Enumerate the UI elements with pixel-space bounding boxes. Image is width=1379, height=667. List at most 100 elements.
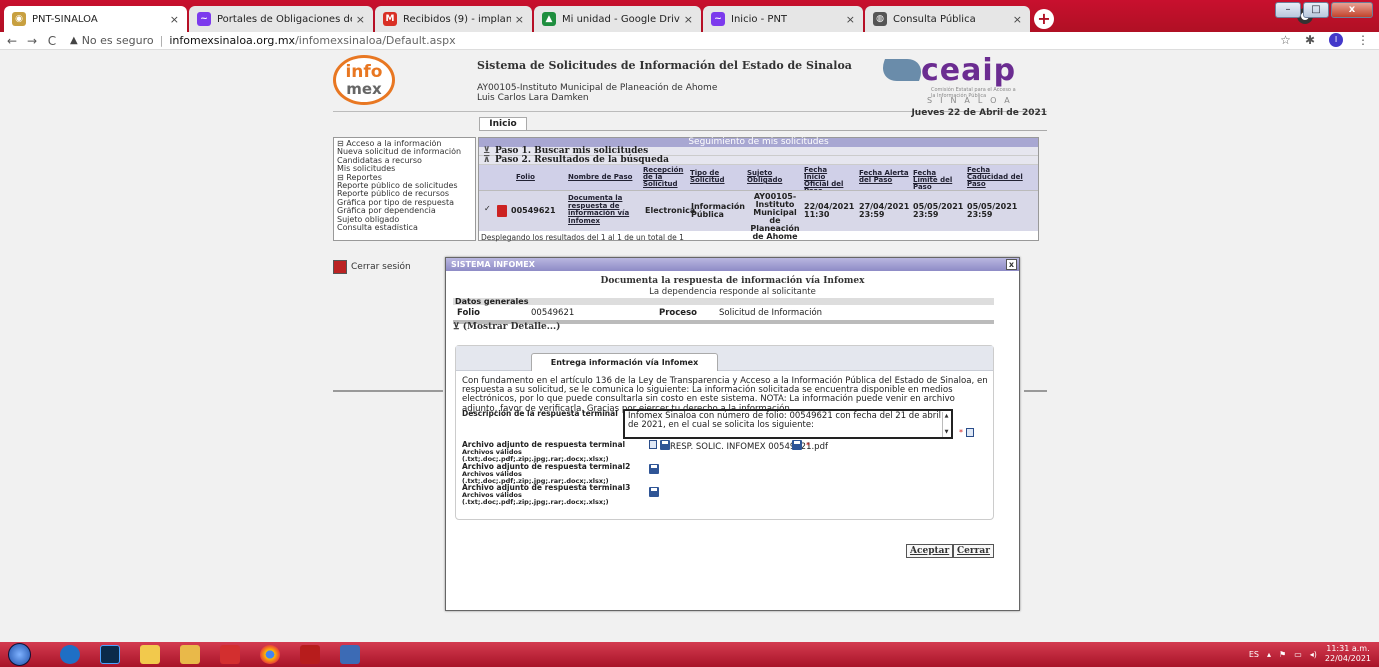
menu-item-reporte-recursos[interactable]: Reporte público de recursos [337, 190, 472, 198]
tab-close-icon[interactable]: × [170, 13, 179, 26]
clock[interactable]: 11:31 a.m. 22/04/2021 [1325, 644, 1371, 664]
star-icon[interactable]: ☆ [1280, 33, 1291, 47]
close-button[interactable]: Cerrar [953, 544, 994, 558]
menu-item-nueva-solicitud[interactable]: Nueva solicitud de información [337, 148, 472, 156]
row-inicio: 22/04/2021 11:30 [804, 202, 855, 219]
tab-gmail[interactable]: M Recibidos (9) - implanahome.info × [375, 6, 532, 32]
adjunto-3-label: Archivo adjunto de respuesta terminal3 A… [462, 484, 630, 506]
row-paso-link[interactable]: Documenta la respuesta de información ví… [568, 194, 632, 225]
drive-icon: ▲ [542, 12, 556, 26]
reload-icon[interactable]: C [44, 34, 60, 48]
pnt-favicon: ~ [197, 12, 211, 26]
menu-item-candidatas[interactable]: Candidatas a recurso [337, 157, 472, 165]
step-2-header[interactable]: ⊼ Paso 2. Resultados de la búsqueda [479, 156, 1038, 165]
col-nombre-paso[interactable]: Nombre de Paso [568, 174, 632, 181]
row-limite: 05/05/2021 23:59 [913, 202, 964, 219]
url-path: /infomexsinaloa/Default.aspx [295, 34, 456, 47]
tab-inicio-pnt[interactable]: ~ Inicio - PNT × [703, 6, 863, 32]
view-file-icon[interactable] [649, 440, 657, 449]
descripcion-label: Descripción de la respuesta terminal [462, 409, 618, 418]
tab-title: Recibidos (9) - implanahome.info [403, 13, 511, 25]
row-folio: 00549621 [511, 206, 556, 215]
check-icon: ✓ [484, 204, 491, 213]
chrome-icon[interactable] [260, 645, 280, 664]
start-button[interactable] [8, 643, 31, 666]
proceso-value: Solicitud de Información [719, 308, 823, 318]
tab-pnt-sinaloa[interactable]: ◉ PNT-SINALOA × [4, 6, 187, 32]
tab-divider [479, 130, 1047, 131]
upload-icon[interactable] [649, 487, 659, 497]
attached-file-link[interactable]: RESP. SOLIC. INFOMEX 00549621.pdf [670, 442, 828, 452]
col-folio[interactable]: Folio [516, 174, 535, 181]
menu-icon[interactable]: ⋮ [1357, 33, 1369, 47]
minimize-button[interactable]: – [1275, 2, 1301, 18]
tab-portales[interactable]: ~ Portales de Obligaciones de Tran × [189, 6, 373, 32]
accept-button[interactable]: Aceptar [906, 544, 954, 558]
tab-close-icon[interactable]: × [515, 13, 524, 26]
flag-icon[interactable]: ⚑ [1279, 650, 1286, 659]
close-window-button[interactable]: x [1331, 2, 1373, 18]
url-field[interactable]: ▲ No es seguro | infomexsinaloa.org.mx /… [70, 34, 456, 47]
maximize-button[interactable]: □ [1303, 2, 1329, 18]
language-indicator[interactable]: ES [1249, 650, 1259, 659]
ie-icon[interactable] [60, 645, 80, 664]
word-icon[interactable] [340, 645, 360, 664]
tab-close-icon[interactable]: × [1013, 13, 1022, 26]
save-icon[interactable] [660, 440, 670, 450]
logout-link[interactable]: Cerrar sesión [333, 260, 411, 274]
tab-entrega-informacion[interactable]: Entrega información vía Infomex [531, 353, 718, 371]
descripcion-textarea[interactable]: Infomex Sinaloa con número de folio: 005… [623, 409, 953, 439]
menu-item-reporte-solicitudes[interactable]: Reporte público de solicitudes [337, 182, 472, 190]
tab-close-icon[interactable]: × [846, 13, 855, 26]
col-fecha-limite[interactable]: Fecha Límite del Paso [913, 170, 961, 191]
menu-item-mis-solicitudes[interactable]: Mis solicitudes [337, 165, 472, 173]
col-fecha-alerta[interactable]: Fecha Alerta del Paso [859, 170, 909, 184]
tab-inicio[interactable]: Inicio [479, 117, 527, 131]
infomex-logo: info mex [333, 55, 395, 105]
tab-consulta-publica[interactable]: ◍ Consulta Pública × [865, 6, 1030, 32]
menu-section-acceso[interactable]: ⊟ Acceso a la información [337, 140, 472, 148]
menu-item-grafica-tipo[interactable]: Gráfica por tipo de respuesta [337, 199, 472, 207]
logout-icon [333, 260, 347, 274]
mail-icon[interactable] [180, 645, 200, 664]
photoshop-icon[interactable] [100, 645, 120, 664]
menu-item-consulta-estadistica[interactable]: Consulta estadística [337, 224, 472, 232]
file-explorer-icon[interactable] [140, 645, 160, 664]
network-icon[interactable]: ▭ [1294, 650, 1302, 659]
extensions-icon[interactable]: ✱ [1305, 33, 1315, 47]
textarea-scrollbar[interactable]: ▲ ▼ [942, 412, 950, 437]
avatar[interactable]: I [1329, 33, 1343, 47]
tab-google-drive[interactable]: ▲ Mi unidad - Google Drive × [534, 6, 701, 32]
row-recepcion: Electronica [645, 206, 696, 215]
ceaip-state: SINALOA [927, 96, 1018, 105]
pdf-icon[interactable] [497, 205, 507, 217]
close-icon[interactable]: x [1006, 259, 1017, 270]
system-tray: ES ▴ ⚑ ▭ ◂) 11:31 a.m. 22/04/2021 [1249, 644, 1371, 664]
new-tab-button[interactable]: + [1034, 9, 1054, 29]
pdf-reader-icon[interactable] [300, 645, 320, 664]
volume-icon[interactable]: ◂) [1310, 650, 1317, 659]
back-icon[interactable]: ← [4, 34, 20, 48]
adjunto-1-label: Archivo adjunto de respuesta terminal Ar… [462, 441, 625, 463]
show-detail-toggle[interactable]: ⊻ (Mostrar Detalle...) [453, 322, 560, 332]
menu-section-reportes[interactable]: ⊟ Reportes [337, 174, 472, 182]
menu-item-sujeto-obligado[interactable]: Sujeto obligado [337, 216, 472, 224]
col-tipo[interactable]: Tipo de Solicitud [690, 170, 725, 184]
tab-close-icon[interactable]: × [684, 13, 693, 26]
proceso-label: Proceso [659, 308, 697, 318]
forward-icon[interactable]: → [24, 34, 40, 48]
required-marker: * [959, 428, 963, 437]
acrobat-icon[interactable] [220, 645, 240, 664]
col-recepcion[interactable]: Recepción de la Solicitud [643, 167, 683, 188]
chevron-down-icon: ⊻ [483, 146, 491, 156]
col-fecha-caducidad[interactable]: Fecha Caducidad del Paso [967, 167, 1027, 188]
col-sujeto[interactable]: Sujeto Obligado [747, 170, 785, 184]
upload-icon[interactable] [649, 464, 659, 474]
spellcheck-icon[interactable] [966, 428, 974, 437]
warning-icon: ▲ [70, 35, 78, 46]
menu-item-grafica-dependencia[interactable]: Gráfica por dependencia [337, 207, 472, 215]
tray-arrow-icon[interactable]: ▴ [1267, 650, 1271, 659]
tab-close-icon[interactable]: × [356, 13, 365, 26]
table-row[interactable]: ✓ 00549621 Documenta la respuesta de inf… [479, 190, 1038, 241]
upload-icon[interactable] [792, 440, 802, 450]
